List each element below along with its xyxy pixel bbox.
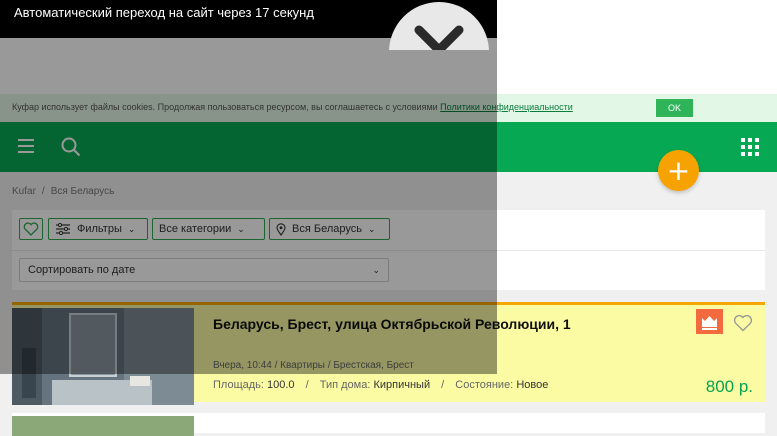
state-label: Состояние: <box>455 379 514 391</box>
close-icon[interactable] <box>389 2 489 50</box>
param-separator: / <box>441 379 445 391</box>
grid-icon[interactable] <box>741 138 759 156</box>
redirect-countdown-text: Автоматический переход на сайт через 17 … <box>14 5 314 20</box>
house-type-label: Тип дома: <box>319 379 371 391</box>
cookie-ok-button[interactable]: OK <box>656 99 693 117</box>
promo-badge-icon <box>696 309 723 334</box>
listing-price: 800 р. <box>705 377 753 396</box>
area-label: Площадь: <box>213 379 264 391</box>
listing-params: Площадь: 100.0 / Тип дома: Кирпичный / С… <box>213 379 548 391</box>
listing-card[interactable] <box>12 413 765 436</box>
redirect-overlay: Автоматический переход на сайт через 17 … <box>0 0 497 374</box>
heart-icon[interactable] <box>733 314 753 332</box>
add-listing-button[interactable]: + <box>658 150 699 191</box>
area-value: 100.0 <box>267 379 295 391</box>
state-value: Новое <box>516 379 549 391</box>
listing-photo[interactable] <box>12 416 194 436</box>
param-separator: / <box>305 379 309 391</box>
house-type-value: Кирпичный <box>373 379 431 391</box>
